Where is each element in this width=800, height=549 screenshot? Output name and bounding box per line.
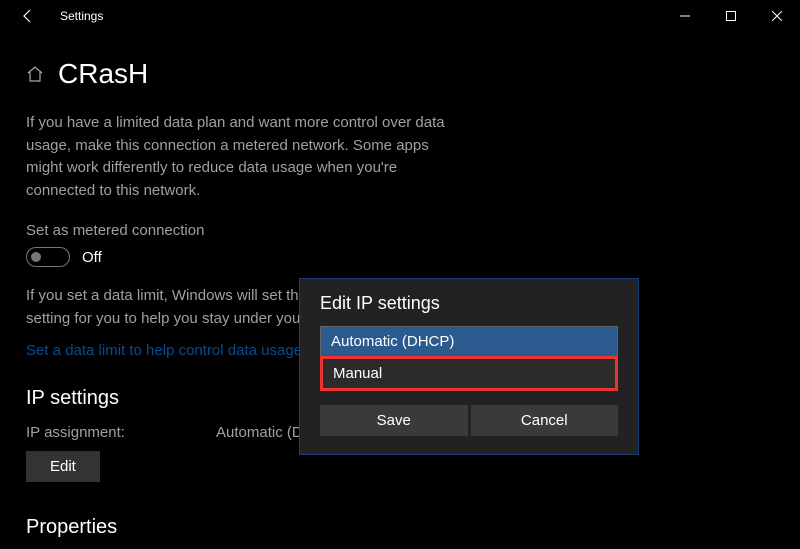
toggle-state-label: Off — [82, 249, 102, 266]
edit-button[interactable]: Edit — [26, 451, 100, 482]
close-button[interactable] — [754, 0, 800, 32]
cancel-button[interactable]: Cancel — [471, 405, 619, 436]
maximize-button[interactable] — [708, 0, 754, 32]
ip-mode-dropdown[interactable]: Automatic (DHCP) Manual — [320, 326, 618, 391]
window-title: Settings — [60, 9, 103, 23]
minimize-button[interactable] — [662, 0, 708, 32]
dialog-title: Edit IP settings — [320, 293, 618, 314]
edit-ip-dialog: Edit IP settings Automatic (DHCP) Manual… — [299, 278, 639, 455]
properties-heading: Properties — [26, 516, 774, 539]
metered-description: If you have a limited data plan and want… — [26, 112, 466, 202]
option-automatic[interactable]: Automatic (DHCP) — [321, 327, 617, 357]
save-button[interactable]: Save — [320, 405, 468, 436]
page-title: CRasH — [58, 58, 148, 90]
option-manual[interactable]: Manual — [320, 356, 618, 391]
metered-toggle[interactable] — [26, 247, 70, 267]
back-button[interactable] — [18, 6, 38, 26]
home-icon[interactable] — [26, 65, 44, 83]
metered-label: Set as metered connection — [26, 222, 774, 239]
ip-assignment-label: IP assignment: — [26, 424, 216, 441]
